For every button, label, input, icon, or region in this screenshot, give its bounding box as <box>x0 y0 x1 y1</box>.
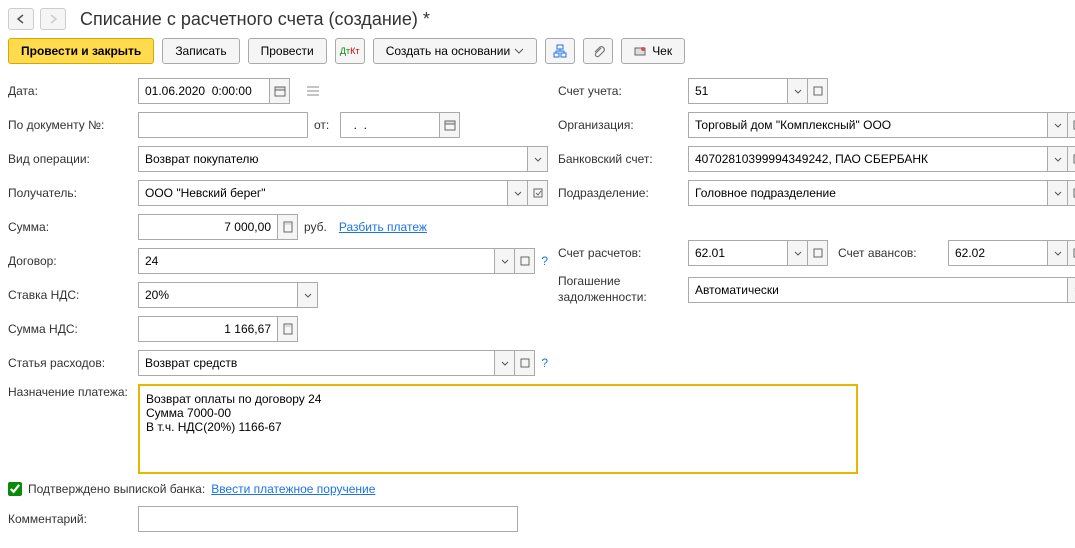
contract-input[interactable] <box>138 248 495 274</box>
contract-label: Договор: <box>8 254 138 268</box>
org-label: Организация: <box>558 118 688 132</box>
dropdown-icon[interactable] <box>788 240 808 266</box>
expense-item-input[interactable] <box>138 350 495 376</box>
calculator-icon[interactable] <box>278 214 298 240</box>
advance-acc-label: Счет авансов: <box>838 246 948 260</box>
dropdown-icon[interactable] <box>495 350 515 376</box>
enter-payment-link[interactable]: Ввести платежное поручение <box>211 482 375 496</box>
from-label: от: <box>314 118 334 132</box>
division-label: Подразделение: <box>558 186 688 200</box>
open-icon[interactable] <box>808 240 828 266</box>
vat-rate-label: Ставка НДС: <box>8 288 138 302</box>
amount-label: Сумма: <box>8 220 138 234</box>
doc-no-label: По документу №: <box>8 118 138 132</box>
purpose-label: Назначение платежа: <box>8 384 138 401</box>
dropdown-icon[interactable] <box>788 78 808 104</box>
bank-acc-label: Банковский счет: <box>558 152 688 166</box>
open-icon[interactable] <box>1068 240 1075 266</box>
calendar-icon[interactable] <box>440 112 460 138</box>
help-icon[interactable]: ? <box>541 254 548 268</box>
back-button[interactable] <box>8 8 34 30</box>
settle-acc-label: Счет расчетов: <box>558 246 688 260</box>
check-label: Чек <box>652 44 672 58</box>
open-icon[interactable] <box>515 350 535 376</box>
op-type-label: Вид операции: <box>8 152 138 166</box>
open-icon[interactable] <box>515 248 535 274</box>
debt-repay-input[interactable] <box>688 277 1068 303</box>
doc-date-input[interactable] <box>340 112 440 138</box>
attach-icon-button[interactable] <box>583 38 613 64</box>
open-icon[interactable] <box>1068 146 1075 172</box>
bank-acc-input[interactable] <box>688 146 1048 172</box>
open-icon[interactable] <box>1068 112 1075 138</box>
recipient-label: Получатель: <box>8 186 138 200</box>
account-input[interactable] <box>688 78 788 104</box>
calculator-icon[interactable] <box>278 316 298 342</box>
save-button[interactable]: Записать <box>162 38 239 64</box>
currency-label: руб. <box>304 220 327 234</box>
list-icon[interactable] <box>298 78 328 104</box>
open-icon[interactable] <box>528 180 548 206</box>
vat-rate-input[interactable] <box>138 282 298 308</box>
create-based-button[interactable]: Создать на основании <box>373 38 538 64</box>
comment-input[interactable] <box>138 506 518 532</box>
post-close-button[interactable]: Провести и закрыть <box>8 38 154 64</box>
expense-item-label: Статья расходов: <box>8 356 138 370</box>
org-input[interactable] <box>688 112 1048 138</box>
vat-sum-input[interactable] <box>138 316 278 342</box>
action-bar: Провести и закрыть Записать Провести ДтК… <box>8 38 1067 64</box>
division-input[interactable] <box>688 180 1048 206</box>
dt-kt-icon-button[interactable]: ДтКт <box>335 38 365 64</box>
settle-acc-input[interactable] <box>688 240 788 266</box>
open-icon[interactable] <box>808 78 828 104</box>
forward-button[interactable] <box>40 8 66 30</box>
confirmed-label: Подтверждено выпиской банка: <box>28 482 205 496</box>
dropdown-icon[interactable] <box>508 180 528 206</box>
recipient-input[interactable] <box>138 180 508 206</box>
comment-label: Комментарий: <box>8 512 138 526</box>
vat-sum-label: Сумма НДС: <box>8 322 138 336</box>
create-based-label: Создать на основании <box>386 44 511 58</box>
doc-no-input[interactable] <box>138 112 308 138</box>
dropdown-icon[interactable] <box>1048 180 1068 206</box>
date-label: Дата: <box>8 84 138 98</box>
dropdown-icon[interactable] <box>1048 240 1068 266</box>
dropdown-icon[interactable] <box>528 146 548 172</box>
help-icon[interactable]: ? <box>541 356 548 370</box>
structure-icon-button[interactable] <box>545 38 575 64</box>
account-label: Счет учета: <box>558 84 688 98</box>
advance-acc-input[interactable] <box>948 240 1048 266</box>
nav-toolbar: Списание с расчетного счета (создание) * <box>8 8 1067 30</box>
check-button[interactable]: Чек <box>621 38 685 64</box>
debt-repay-label: Погашение задолженности: <box>558 274 688 305</box>
dropdown-icon[interactable] <box>1048 146 1068 172</box>
calendar-icon[interactable] <box>270 78 290 104</box>
dropdown-icon[interactable] <box>298 282 318 308</box>
purpose-textarea[interactable] <box>138 384 858 474</box>
open-icon[interactable] <box>1068 180 1075 206</box>
amount-input[interactable] <box>138 214 278 240</box>
op-type-input[interactable] <box>138 146 528 172</box>
date-input[interactable] <box>138 78 270 104</box>
dropdown-icon[interactable] <box>1068 277 1075 303</box>
split-payment-link[interactable]: Разбить платеж <box>339 220 427 234</box>
dropdown-icon[interactable] <box>495 248 515 274</box>
page-title: Списание с расчетного счета (создание) * <box>80 9 430 30</box>
confirmed-checkbox[interactable] <box>8 482 22 496</box>
post-button[interactable]: Провести <box>248 38 327 64</box>
dropdown-icon[interactable] <box>1048 112 1068 138</box>
